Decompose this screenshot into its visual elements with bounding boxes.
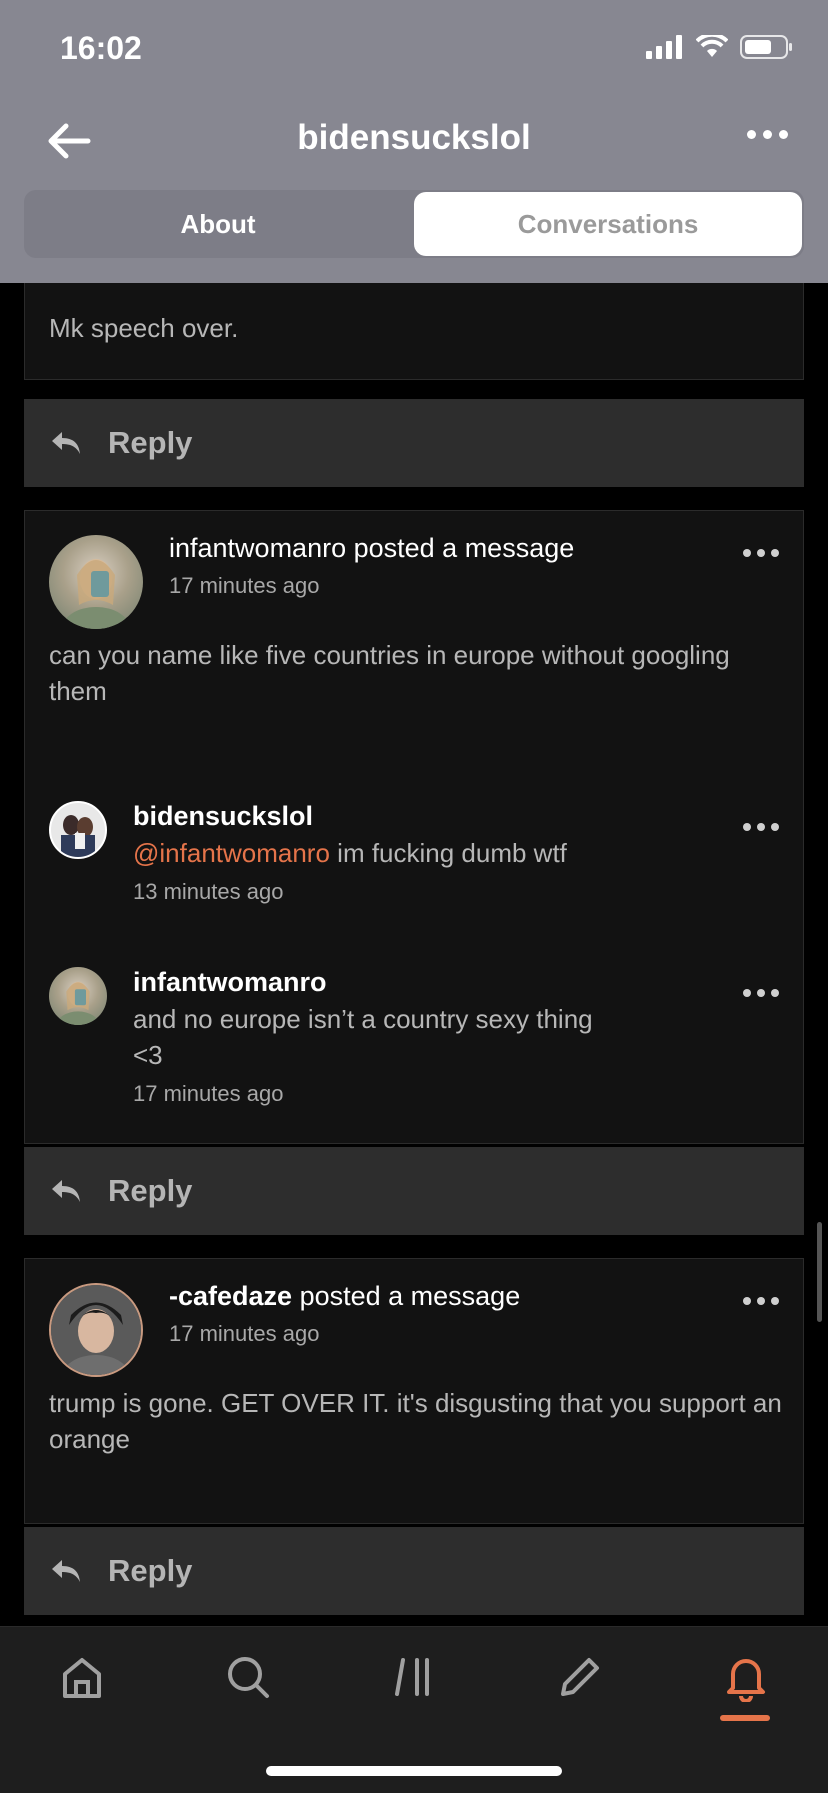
reply-icon: [52, 1560, 80, 1582]
avatar[interactable]: [49, 801, 107, 859]
tab-conversations[interactable]: Conversations: [414, 192, 802, 256]
home-indicator[interactable]: [266, 1766, 562, 1776]
tab-search[interactable]: [218, 1647, 278, 1707]
avatar-image: [51, 1285, 141, 1375]
comment-body: and no europe isn’t a country sexy thing: [133, 1004, 593, 1034]
comment-text: @infantwomanro im fucking dumb wtf: [133, 835, 567, 871]
reply-icon: [52, 432, 80, 454]
reply-button[interactable]: Reply: [24, 1147, 804, 1235]
reply-label: Reply: [108, 1173, 193, 1208]
tab-about[interactable]: About: [24, 190, 412, 258]
tab-compose[interactable]: [550, 1647, 610, 1707]
home-icon: [63, 1658, 101, 1698]
author-name[interactable]: infantwomanro: [169, 533, 346, 563]
feeds-icon: [395, 1658, 429, 1696]
more-options-button[interactable]: [747, 130, 788, 139]
avatar[interactable]: [49, 535, 143, 629]
reply-button[interactable]: Reply: [24, 1527, 804, 1615]
wifi-icon: [696, 35, 728, 57]
comment-author[interactable]: bidensuckslol: [133, 801, 313, 832]
mention-link[interactable]: @infantwomanro: [133, 838, 330, 868]
post-card: infantwomanro posted a message 17 minute…: [24, 510, 804, 1144]
reply-icon: [52, 1180, 80, 1202]
post-menu-button[interactable]: [743, 549, 779, 557]
post-action: posted a message: [292, 1281, 521, 1311]
avatar-image: [57, 981, 99, 1025]
post-time: 17 minutes ago: [169, 573, 320, 598]
signal-icon: [646, 35, 682, 59]
comment-time: 17 minutes ago: [133, 1081, 284, 1106]
page-title: bidensuckslol: [297, 118, 531, 157]
post-card-partial: Mk speech over.: [24, 283, 804, 380]
tab-feeds[interactable]: [384, 1647, 444, 1707]
avatar-image: [62, 559, 130, 629]
app-header: 16:02 bidensuckslol About Conversations: [0, 0, 828, 283]
status-icons: [646, 34, 794, 60]
conversation-feed[interactable]: Mk speech over. Reply infantwomanro post…: [0, 283, 828, 1626]
post-text: trump is gone. GET OVER IT. it's disgust…: [49, 1388, 782, 1454]
avatar-image: [51, 803, 105, 857]
comment-author[interactable]: infantwomanro: [133, 967, 327, 998]
notifications-icon: [727, 1659, 765, 1702]
post-action: posted a message: [346, 533, 575, 563]
scrollbar[interactable]: [817, 1222, 822, 1322]
reply-label: Reply: [108, 1553, 193, 1588]
post-time: 17 minutes ago: [169, 1321, 320, 1346]
comment-time: 13 minutes ago: [133, 879, 284, 904]
avatar[interactable]: [49, 1283, 143, 1377]
tab-home[interactable]: [52, 1647, 112, 1707]
post-header: -cafedaze posted a message: [169, 1281, 520, 1312]
author-name[interactable]: infantwomanro: [133, 967, 327, 997]
post-card: -cafedaze posted a message 17 minutes ag…: [24, 1258, 804, 1524]
comment-menu-button[interactable]: [743, 823, 779, 831]
status-time: 16:02: [60, 30, 142, 66]
reply-label: Reply: [108, 425, 193, 460]
author-name[interactable]: -cafedaze: [169, 1281, 292, 1311]
profile-tabs: About Conversations: [24, 190, 804, 258]
comment-body: im fucking dumb wtf: [329, 838, 567, 868]
tab-notifications[interactable]: [716, 1647, 776, 1707]
post-menu-button[interactable]: [743, 1297, 779, 1305]
post-header: infantwomanro posted a message: [169, 533, 574, 564]
comment-menu-button[interactable]: [743, 989, 779, 997]
active-tab-indicator: [720, 1715, 770, 1721]
reply-button[interactable]: Reply: [24, 399, 804, 487]
author-name[interactable]: bidensuckslol: [133, 801, 313, 831]
post-text: Mk speech over.: [49, 313, 239, 343]
battery-icon: [740, 35, 792, 59]
search-icon: [228, 1657, 269, 1698]
compose-icon: [561, 1658, 599, 1696]
post-text: can you name like five countries in euro…: [49, 640, 730, 706]
comment-body-line2: <3: [133, 1040, 163, 1070]
avatar[interactable]: [49, 967, 107, 1025]
